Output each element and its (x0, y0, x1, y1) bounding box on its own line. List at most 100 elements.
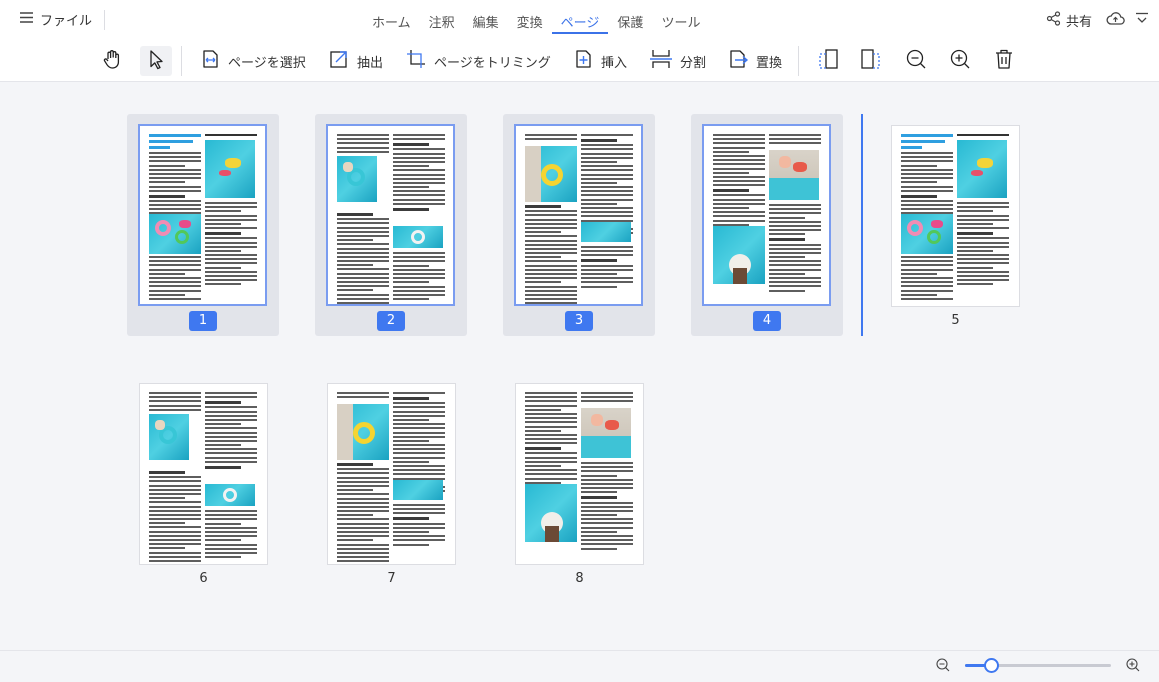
text-line (581, 543, 633, 546)
text-line (957, 202, 1009, 204)
zoom-in-button[interactable] (949, 46, 971, 76)
text-line (149, 293, 186, 296)
zoom-out-small-button[interactable] (935, 657, 951, 674)
page-thumbnail-2[interactable]: 2 (315, 114, 467, 336)
rotate-left-button[interactable] (817, 46, 839, 76)
page-photo (713, 226, 765, 284)
text-line (769, 268, 821, 271)
text-line (957, 206, 1009, 209)
text-line (957, 210, 994, 213)
text-line (337, 134, 389, 136)
page-preview (702, 124, 831, 306)
text-line (149, 530, 201, 533)
section-heading (149, 471, 186, 474)
text-line (393, 431, 445, 434)
page-photo (581, 222, 631, 242)
select-pages-button[interactable]: ページを選択 (199, 46, 306, 76)
replace-button[interactable]: 置換 (727, 46, 782, 76)
trim-pages-button[interactable]: ページをトリミング (405, 46, 551, 76)
tab-tools[interactable]: ツール (652, 0, 709, 34)
section-heading (713, 189, 750, 193)
text-line (901, 289, 953, 292)
page-thumbnail-4[interactable]: 4 (691, 114, 843, 336)
text-line (149, 177, 201, 180)
split-button[interactable]: 分割 (649, 46, 706, 76)
page-thumbnail-6[interactable]: 6 (139, 383, 268, 595)
text-line (393, 439, 430, 442)
text-line (901, 177, 953, 180)
hand-tool-button[interactable] (101, 46, 123, 76)
text-line (205, 279, 257, 282)
text-line (769, 256, 806, 259)
page-thumbnail-5[interactable]: 5 (891, 125, 1020, 337)
text-line (581, 526, 633, 529)
zoom-in-small-button[interactable] (1125, 657, 1141, 674)
tab-annotate[interactable]: 注釈 (420, 0, 464, 34)
text-line (337, 247, 389, 250)
delete-page-button[interactable] (993, 46, 1015, 76)
text-line (713, 163, 765, 166)
page-thumbnail-3[interactable]: 3 (503, 114, 655, 336)
text-line (581, 462, 633, 464)
text-line (337, 268, 389, 271)
tab-protect[interactable]: 保護 (608, 0, 652, 34)
split-label: 分割 (680, 55, 707, 71)
select-tool-button[interactable] (140, 46, 172, 76)
file-menu-button[interactable]: ファイル (20, 10, 92, 29)
zoom-slider-handle[interactable] (984, 658, 1000, 673)
text-line (901, 172, 953, 175)
zoom-slider[interactable] (965, 658, 1111, 673)
tab-edit[interactable]: 編集 (464, 0, 508, 34)
text-line (581, 272, 618, 275)
zoom-out-button[interactable] (905, 46, 927, 76)
cloud-upload-button[interactable] (1105, 10, 1125, 30)
text-line (393, 289, 445, 292)
text-line (149, 285, 201, 288)
tab-convert[interactable]: 変換 (508, 0, 552, 34)
tab-home[interactable]: ホーム (363, 0, 420, 34)
text-line (337, 243, 389, 246)
text-line (957, 241, 1009, 244)
tab-page[interactable]: ページ (551, 0, 609, 34)
page-thumbnail-grid: 1 2 3 4 5 6 7 8 (0, 82, 1159, 650)
text-line (581, 264, 633, 267)
text-line (581, 148, 633, 151)
text-line (149, 204, 201, 207)
insert-button[interactable]: 挿入 (572, 46, 627, 76)
share-button[interactable]: 共有 (1046, 11, 1092, 30)
text-line (901, 164, 938, 167)
text-line (149, 404, 201, 407)
text-line (901, 285, 953, 288)
text-line (393, 508, 445, 511)
collapse-ribbon-icon (1135, 11, 1149, 30)
text-line (525, 465, 562, 467)
page-photo (901, 214, 953, 254)
text-line (957, 283, 994, 286)
page-photo (149, 214, 201, 254)
text-line (957, 275, 1009, 277)
page-thumbnail-7[interactable]: 7 (327, 383, 456, 595)
text-line (525, 243, 577, 246)
text-line (205, 206, 257, 209)
text-line (337, 230, 389, 233)
text-line (581, 478, 633, 481)
trim-pages-label: ページをトリミング (434, 55, 551, 71)
page-thumbnail-1[interactable]: 1 (127, 114, 279, 336)
collapse-ribbon-button[interactable] (1134, 11, 1150, 29)
rotate-right-button[interactable] (860, 46, 882, 76)
text-line (901, 185, 953, 188)
cover-title-line (149, 146, 170, 149)
extract-button[interactable]: 抽出 (328, 46, 383, 76)
text-line (393, 138, 445, 141)
text-line (581, 194, 633, 197)
text-line (149, 509, 201, 512)
text-line (957, 258, 1009, 261)
text-line (957, 237, 1009, 240)
text-line (337, 272, 389, 275)
text-line (393, 134, 445, 136)
text-line (769, 216, 806, 219)
text-line (205, 270, 257, 273)
page-photo (525, 484, 577, 542)
text-line (525, 412, 577, 415)
page-thumbnail-8[interactable]: 8 (515, 383, 644, 595)
